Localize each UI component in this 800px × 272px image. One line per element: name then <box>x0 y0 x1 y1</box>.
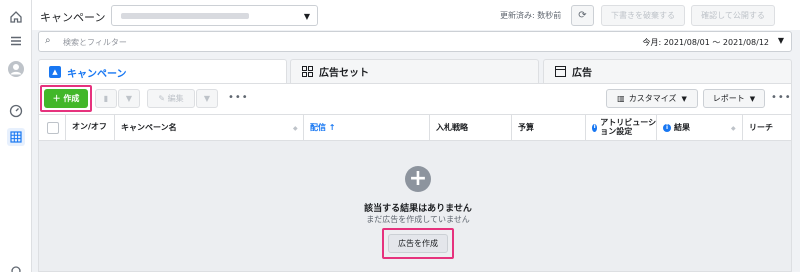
tab-ads[interactable]: 広告 <box>543 59 792 83</box>
info-icon: i <box>592 123 598 132</box>
chevron-down-icon: ▼ <box>303 12 310 21</box>
adset-grid-icon <box>301 66 313 78</box>
chevron-down-icon: ▼ <box>777 36 784 45</box>
search-filter-bar[interactable]: ⌕ 検索とフィルター 今月: 2021/08/01 ～ 2021/08/12 ▼ <box>38 31 792 52</box>
create-ad-button-highlight <box>382 228 454 259</box>
ad-account-selector[interactable]: ▼ <box>111 5 318 26</box>
campaigns-panel: ＋ 作成 ▮ ▼ ✎ 編集 ▼ ••• ▥ カスタマイズ ▼ レポート ▼ ••… <box>38 83 792 272</box>
column-header-delivery[interactable]: 配信 ↑ <box>303 115 427 140</box>
campaign-toolbar: ＋ 作成 ▮ ▼ ✎ 編集 ▼ ••• ▥ カスタマイズ ▼ レポート ▼ ••… <box>39 84 791 114</box>
tab-label: 広告セット <box>319 68 369 79</box>
reports-label: レポート <box>712 94 745 103</box>
last-updated-status: 更新済み: 数秒前 <box>500 11 562 20</box>
columns-icon: ▥ <box>617 94 625 103</box>
chevron-down-icon: ▼ <box>681 94 687 103</box>
column-header-results[interactable]: i 結果 <box>656 115 742 140</box>
sort-icon[interactable]: ◆ <box>731 125 736 132</box>
tab-label: キャンペーン <box>67 68 127 80</box>
tab-label: 広告 <box>572 68 592 79</box>
empty-state-subtitle: まだ広告を作成していません <box>366 215 470 224</box>
home-icon[interactable] <box>7 8 25 26</box>
avatar[interactable] <box>7 60 25 78</box>
create-button-highlight <box>40 85 92 112</box>
more-options-icon[interactable]: ••• <box>771 92 792 103</box>
campaign-flag-icon: ▲ <box>49 66 61 78</box>
page-title: キャンペーン <box>40 11 106 24</box>
edit-dropdown-button[interactable]: ▼ <box>196 89 218 108</box>
column-header-reach[interactable]: リーチ <box>742 115 791 140</box>
customize-label: カスタマイズ <box>628 94 677 103</box>
top-header: キャンペーン ▼ 更新済み: 数秒前 ⟳ 下書きを破棄する 確認して公開する <box>32 0 800 30</box>
empty-state: + 該当する結果はありません まだ広告を作成していません 広告を作成 <box>39 141 791 271</box>
add-icon: + <box>405 166 431 192</box>
chevron-down-icon: ▼ <box>125 94 133 103</box>
customize-columns-button[interactable]: ▥ カスタマイズ ▼ <box>606 89 698 108</box>
info-icon: i <box>663 123 671 132</box>
sort-icon[interactable]: ◆ <box>293 125 298 132</box>
more-options-icon[interactable]: ••• <box>228 92 249 103</box>
date-range-picker[interactable]: 今月: 2021/08/01 ～ 2021/08/12 <box>642 37 769 48</box>
reports-button[interactable]: レポート ▼ <box>703 89 765 108</box>
column-header-budget[interactable]: 予算 <box>511 115 585 140</box>
review-and-publish-button[interactable]: 確認して公開する <box>691 5 775 26</box>
menu-icon[interactable] <box>7 32 25 50</box>
column-header-on-off[interactable]: オン/オフ <box>65 115 110 140</box>
duplicate-button[interactable]: ▮ <box>95 89 117 108</box>
search-icon: ⌕ <box>45 35 51 46</box>
performance-gauge-icon[interactable] <box>7 102 25 120</box>
tab-ad-sets[interactable]: 広告セット <box>290 59 539 83</box>
chevron-down-icon: ▼ <box>203 94 211 103</box>
left-nav-rail <box>0 0 32 272</box>
settings-icon[interactable] <box>7 262 25 272</box>
select-all-checkbox[interactable] <box>47 122 59 134</box>
column-header-attribution[interactable]: i アトリビューション設定 <box>585 115 658 140</box>
search-input[interactable]: 検索とフィルター <box>63 37 127 48</box>
column-label: 結果 <box>674 123 690 132</box>
empty-state-title: 該当する結果はありません <box>364 204 472 214</box>
column-header-bid-strategy[interactable]: 入札戦略 <box>429 115 511 140</box>
ads-manager-table-icon[interactable] <box>7 128 25 146</box>
refresh-button[interactable]: ⟳ <box>571 5 594 26</box>
column-label: アトリビューション設定 <box>600 117 657 136</box>
edit-button[interactable]: ✎ 編集 <box>147 89 195 108</box>
duplicate-dropdown-button[interactable]: ▼ <box>118 89 140 108</box>
duplicate-icon: ▮ <box>103 94 109 103</box>
discard-drafts-button[interactable]: 下書きを破棄する <box>601 5 685 26</box>
tab-campaigns[interactable]: ▲ キャンペーン <box>38 59 287 84</box>
column-header-campaign-name[interactable]: キャンペーン名 <box>114 115 304 140</box>
table-header: オン/オフ キャンペーン名 ◆ 配信 ↑ 入札戦略 予算 i アトリビューション… <box>39 114 791 141</box>
refresh-icon: ⟳ <box>578 10 587 21</box>
account-name-redacted <box>121 13 249 19</box>
chevron-down-icon: ▼ <box>749 94 756 103</box>
ad-card-icon <box>554 66 566 78</box>
